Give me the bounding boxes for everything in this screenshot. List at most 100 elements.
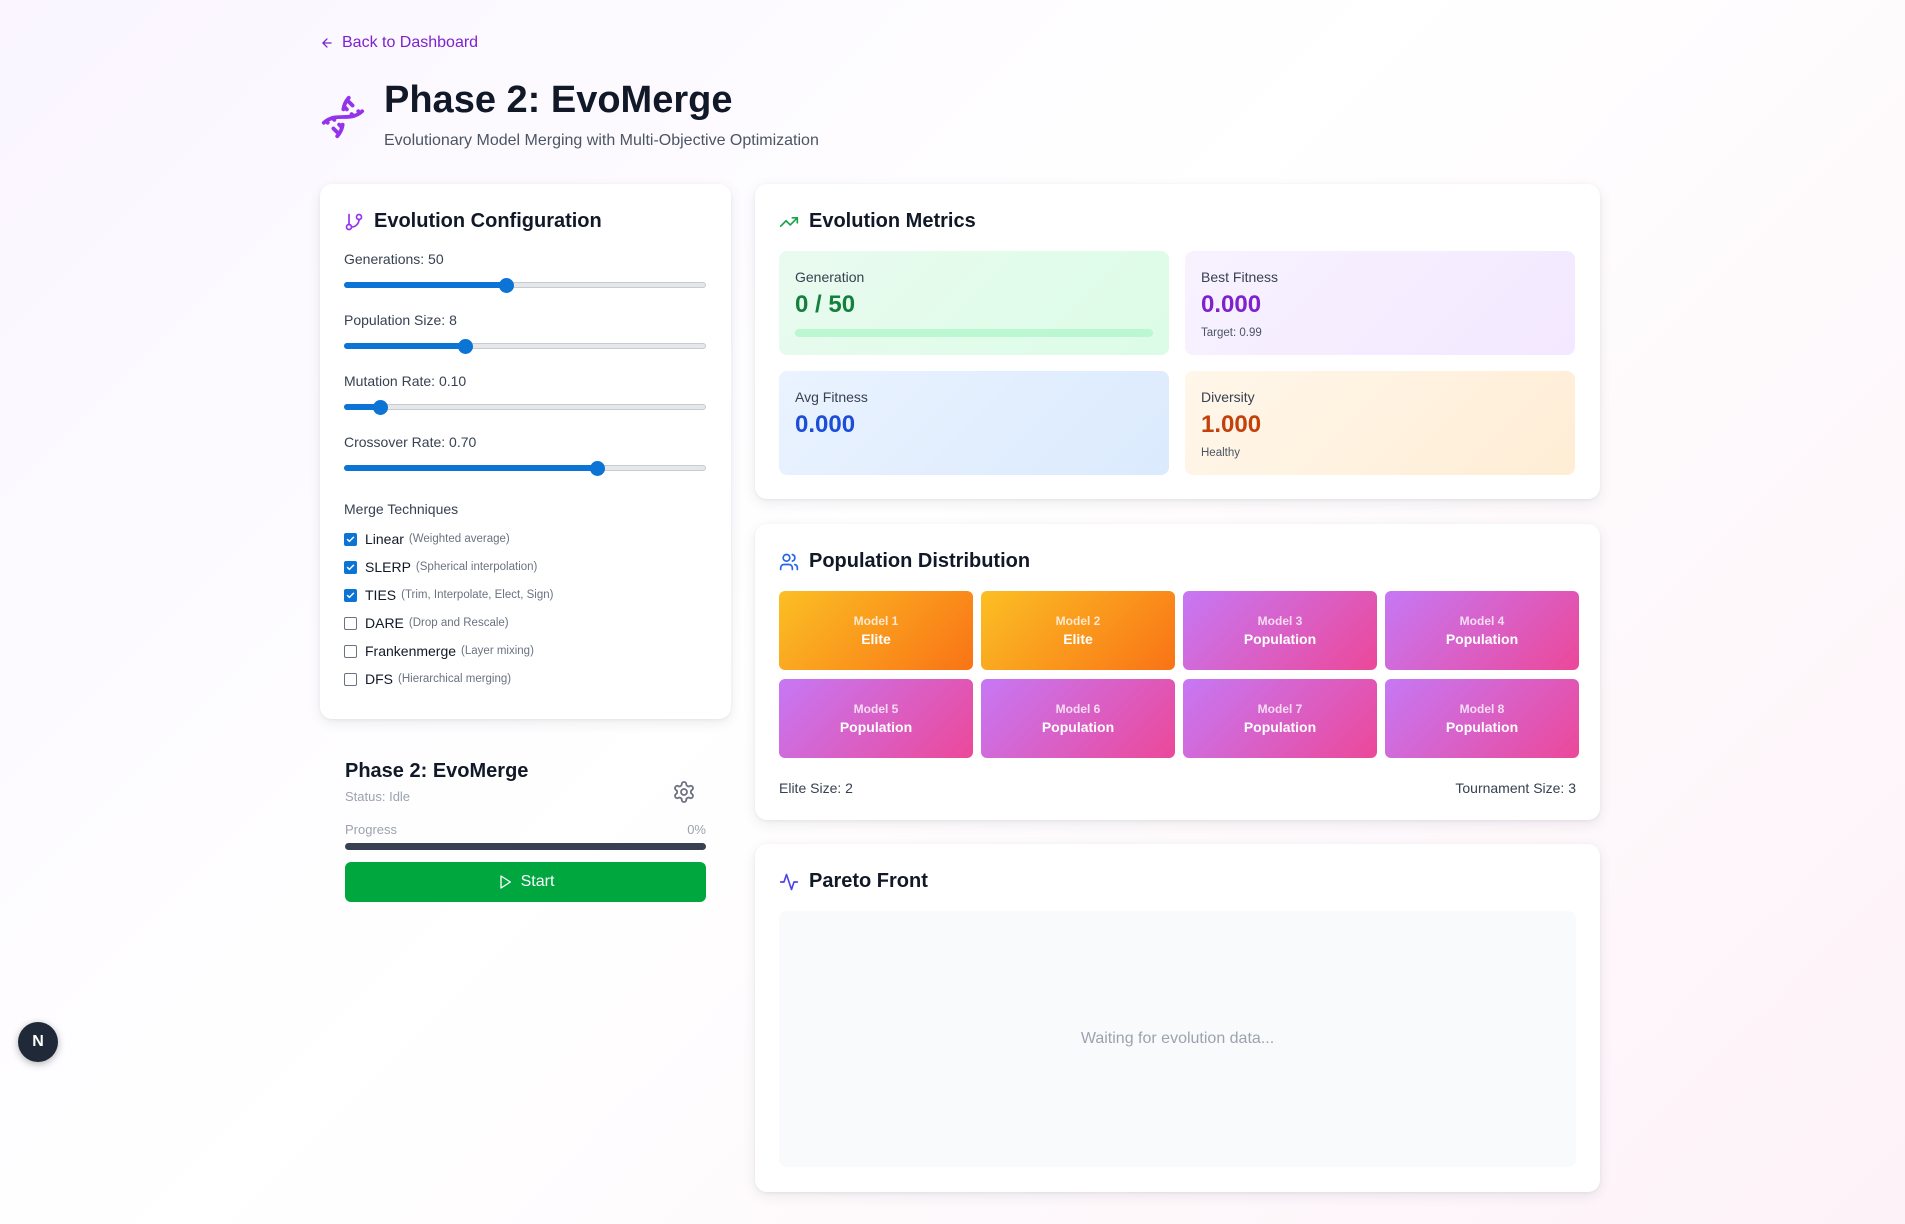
pareto-title: Pareto Front [779,870,1576,893]
technique-name: Frankenmerge [365,643,457,659]
elite-size: Elite Size: 2 [779,780,853,796]
merge-techniques-label: Merge Techniques [344,501,459,517]
back-link-label: Back to Dashboard [342,34,479,51]
metrics-title: Evolution Metrics [779,210,1576,233]
slider-label: Generations: 50 [344,251,444,267]
slider-thumb[interactable] [457,339,473,354]
best-fitness-target: Target: 0.99 [1201,327,1262,339]
evolution-metrics-card: Evolution Metrics Generation 0 / 50 Best… [755,184,1600,499]
page-header: Phase 2: EvoMerge Evolutionary Model Mer… [320,78,819,150]
progress-label: Progress [345,822,398,837]
range-slider[interactable] [344,400,706,415]
technique-description: (Layer mixing) [461,645,534,657]
technique-description: (Weighted average) [408,533,510,545]
metrics-title-text: Evolution Metrics [809,210,976,232]
slider-track [344,404,706,410]
page-title: Phase 2: EvoMerge [384,79,733,121]
slider-thumb[interactable] [373,400,389,415]
start-button[interactable]: Start [345,862,706,902]
model-name: Model 4 [1459,614,1505,628]
model-name: Model 5 [853,702,899,716]
technique-description: (Trim, Interpolate, Elect, Sign) [401,589,554,601]
progress-percent: 0% [687,822,706,837]
technique-checkbox[interactable] [344,672,357,686]
best-fitness-metric: Best Fitness 0.000 Target: 0.99 [1185,251,1575,355]
arrow-left-icon [322,38,332,48]
technique-description: (Hierarchical merging) [398,673,512,685]
model-role: Population [1041,719,1115,735]
check-icon [346,536,355,542]
technique-checkbox[interactable] [344,560,357,574]
population-model-tile: Model 4 Population [1385,591,1579,670]
technique-name: DARE [365,615,404,631]
gear-icon[interactable] [672,780,696,804]
model-role: Population [1445,719,1519,735]
progress-bar [345,843,706,850]
range-slider[interactable] [344,461,706,476]
technique-name: Linear [365,531,404,547]
diversity-value: 1.000 [1201,411,1262,438]
population-title: Population Distribution [779,550,1576,573]
technique-name: DFS [365,671,393,687]
control-title: Phase 2: EvoMerge [345,760,529,782]
merge-technique-item: DFS (Hierarchical merging) [344,665,707,693]
population-title-text: Population Distribution [809,550,1031,572]
model-role: Population [1243,631,1317,647]
technique-description: (Drop and Rescale) [408,617,509,629]
model-role: Population [1445,631,1519,647]
slider-fill [344,465,598,471]
range-slider[interactable] [344,339,706,354]
slider-thumb[interactable] [590,461,606,476]
nextjs-badge-letter: N [32,1033,44,1050]
model-role: Population [1243,719,1317,735]
config-title-text: Evolution Configuration [374,210,602,232]
model-name: Model 8 [1459,702,1505,716]
generation-progress-bar [795,329,1153,337]
model-name: Model 1 [853,614,899,628]
diversity-label: Diversity [1201,389,1255,405]
technique-checkbox[interactable] [344,532,357,546]
generation-value: 0 / 50 [795,291,856,318]
phase-control-panel: Phase 2: EvoMerge Status: Idle Progress … [320,760,731,902]
slider-group: Population Size: 8 [344,312,707,354]
best-fitness-label: Best Fitness [1201,269,1279,285]
slider-thumb[interactable] [498,278,514,293]
population-model-tile: Model 3 Population [1183,591,1377,670]
population-model-tile: Model 5 Population [779,679,973,758]
slider-fill [344,343,465,349]
dna-icon [321,95,365,139]
play-icon [499,875,511,889]
config-title: Evolution Configuration [344,210,707,233]
back-to-dashboard-link[interactable]: Back to Dashboard [320,34,478,52]
model-name: Model 3 [1257,614,1303,628]
technique-name: TIES [365,587,397,603]
technique-checkbox[interactable] [344,644,357,658]
users-icon [779,553,799,570]
technique-checkbox[interactable] [344,616,357,630]
model-name: Model 7 [1257,702,1303,716]
diversity-metric: Diversity 1.000 Healthy [1185,371,1575,475]
population-model-tile: Model 7 Population [1183,679,1377,758]
population-model-tile: Model 8 Population [1385,679,1579,758]
pareto-empty-text: Waiting for evolution data... [1080,1030,1275,1047]
control-status: Status: Idle [345,789,411,804]
activity-icon [779,873,799,890]
population-distribution-card: Population Distribution Model 1 Elite Mode… [755,524,1600,820]
merge-technique-item: SLERP (Spherical interpolation) [344,553,707,581]
generation-metric: Generation 0 / 50 [779,251,1169,355]
merge-technique-item: TIES (Trim, Interpolate, Elect, Sign) [344,581,707,609]
slider-label: Crossover Rate: 0.70 [344,434,477,450]
model-role: Elite [861,631,891,647]
technique-description: (Spherical interpolation) [415,561,538,573]
start-button-label: Start [520,873,555,890]
model-role: Population [839,719,913,735]
population-model-tile: Model 1 Elite [779,591,973,670]
technique-checkbox[interactable] [344,588,357,602]
slider-fill [344,282,506,288]
evolution-configuration-card: Evolution Configuration Generations: 50 P… [320,184,731,719]
nextjs-badge[interactable]: N [18,1022,58,1062]
avg-fitness-metric: Avg Fitness 0.000 [779,371,1169,475]
range-slider[interactable] [344,278,706,293]
best-fitness-value: 0.000 [1201,291,1262,318]
technique-name: SLERP [365,559,411,575]
